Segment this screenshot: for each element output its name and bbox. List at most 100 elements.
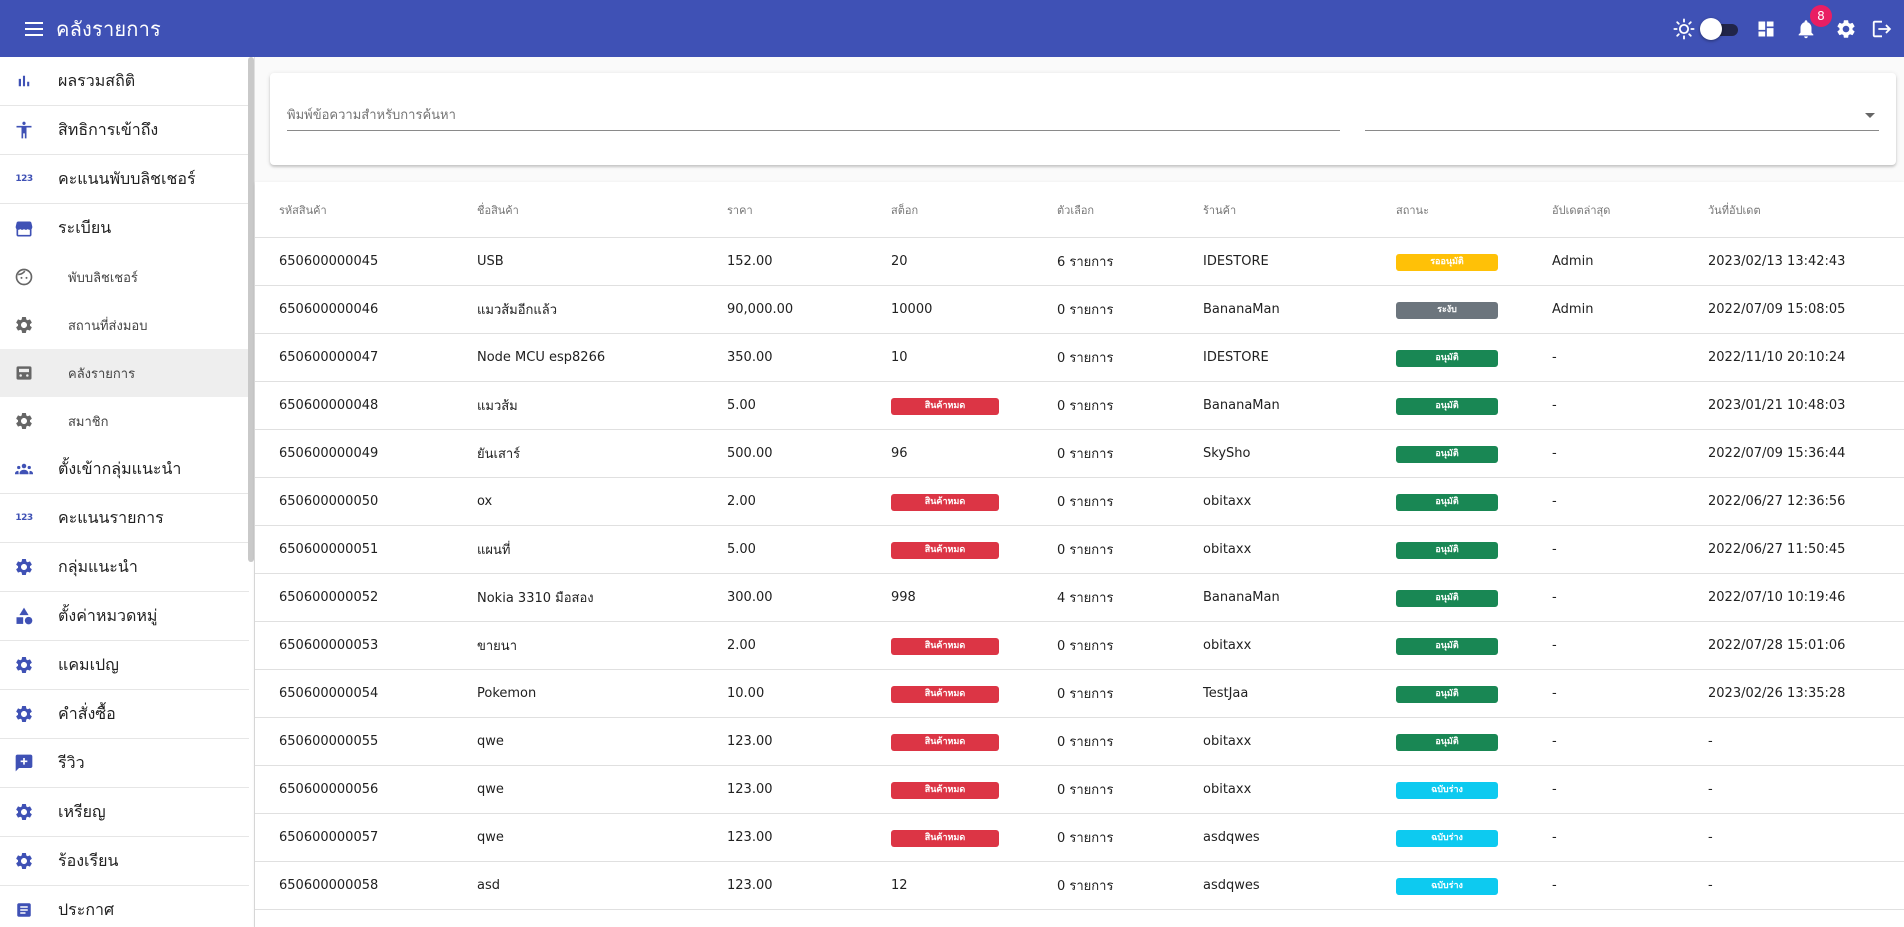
price: 123.00 [727, 734, 773, 749]
sidebar-item[interactable]: คำสั่งซื้อ [0, 690, 249, 739]
gear-icon [12, 555, 36, 579]
shop-name: asdqwes [1203, 830, 1260, 845]
table-row[interactable]: 650600000057 qwe 123.00 สินค้าหมด 0 รายการ as… [255, 814, 1904, 862]
stock-cell: สินค้าหมด [891, 541, 999, 559]
status-cell: ฉบับร่าง [1396, 877, 1498, 895]
table-row[interactable]: 650600000045 USB 152.00 20 6 รายการ IDESTORE ร… [255, 238, 1904, 286]
sidebar-item[interactable]: เหรียญ [0, 788, 249, 837]
dashboard-icon[interactable] [1752, 15, 1780, 43]
sidebar-item[interactable]: สถานที่ส่งมอบ [0, 301, 249, 349]
face-icon [12, 265, 36, 289]
sidebar-item[interactable]: พับบลิชเชอร์ [0, 253, 249, 301]
logout-icon[interactable] [1868, 15, 1896, 43]
updated-at: 2022/06/27 11:50:45 [1708, 542, 1846, 557]
updated-by: Admin [1552, 302, 1594, 317]
updated-at: 2023/02/13 13:42:43 [1708, 254, 1846, 269]
filter-select[interactable] [1365, 101, 1879, 131]
table-row[interactable]: 650600000052 Nokia 3310 มือสอง 300.00 998 4 … [255, 574, 1904, 622]
table-row[interactable]: 650600000046 แมวส้มอีกแล้ว 90,000.00 10000 0… [255, 286, 1904, 334]
out-of-stock-badge: สินค้าหมด [891, 733, 999, 751]
stock-cell: สินค้าหมด [891, 829, 999, 847]
column-header[interactable]: ร้านค้า [1203, 201, 1236, 219]
updated-by: Admin [1552, 254, 1594, 269]
product-code: 650600000051 [279, 542, 379, 557]
bar-chart-icon [12, 69, 36, 93]
sidebar-item[interactable]: สมาชิก [0, 397, 249, 445]
updated-at: - [1708, 734, 1713, 749]
column-header[interactable]: สต็อก [891, 201, 918, 219]
sidebar-item-label: ร้องเรียน [58, 850, 119, 870]
status-badge: ฉบับร่าง [1396, 829, 1498, 847]
options: 0 รายการ [1057, 495, 1114, 510]
sidebar-item[interactable]: ตั้งเข้ากลุ่มแนะนำ [0, 445, 249, 494]
table-row[interactable]: 650600000056 qwe 123.00 สินค้าหมด 0 รายการ ob… [255, 766, 1904, 814]
sidebar-item[interactable]: ตั้งค่าหมวดหมู่ [0, 592, 249, 641]
product-name: Node MCU esp8266 [477, 350, 606, 365]
options: 0 รายการ [1057, 831, 1114, 846]
sidebar-item[interactable]: ร้องเรียน [0, 837, 249, 886]
sidebar-nav: ผลรวมสถิติ สิทธิการเข้าถึง 123 คะแนนพับบลิช… [0, 57, 254, 927]
product-code: 650600000057 [279, 830, 379, 845]
shop-name: obitaxx [1203, 734, 1252, 749]
product-code: 650600000058 [279, 878, 379, 893]
column-header[interactable]: รหัสสินค้า [279, 201, 327, 219]
table-row[interactable]: 650600000051 แผนที่ 5.00 สินค้าหมด 0 รายการ o… [255, 526, 1904, 574]
sidebar-item[interactable]: สิทธิการเข้าถึง [0, 106, 249, 155]
table-row[interactable]: 650600000055 qwe 123.00 สินค้าหมด 0 รายการ ob… [255, 718, 1904, 766]
sidebar-item[interactable]: คลังรายการ [0, 349, 249, 397]
options: 0 รายการ [1057, 399, 1114, 414]
price: 500.00 [727, 446, 773, 461]
sidebar-item[interactable]: 123 คะแนนรายการ [0, 494, 249, 543]
sidebar-item-label: สมาชิก [68, 414, 109, 430]
status-badge: ฉบับร่าง [1396, 877, 1498, 895]
product-table: รหัสสินค้า ชื่อสินค้า ราคา สต็อก ตัวเลือก ร้า… [255, 182, 1904, 927]
product-code: 650600000049 [279, 446, 379, 461]
product-code: 650600000050 [279, 494, 379, 509]
status-cell: อนุมัติ [1396, 397, 1498, 415]
options: 0 รายการ [1057, 879, 1114, 894]
options: 0 รายการ [1057, 303, 1114, 318]
column-header[interactable]: สถานะ [1396, 201, 1429, 219]
settings-icon[interactable] [1832, 15, 1860, 43]
shop-name: obitaxx [1203, 494, 1252, 509]
inventory-icon [12, 361, 36, 385]
table-row[interactable]: 650600000050 ox 2.00 สินค้าหมด 0 รายการ obita… [255, 478, 1904, 526]
notification-button[interactable]: 8 [1792, 4, 1832, 43]
status-badge: อนุมัติ [1396, 493, 1498, 511]
table-row[interactable]: 650600000048 แมวส้ม 5.00 สินค้าหมด 0 รายการ B… [255, 382, 1904, 430]
table-row[interactable]: 650600000053 ขายนา 2.00 สินค้าหมด 0 รายการ ob… [255, 622, 1904, 670]
table-row[interactable]: 650600000058 asd 123.00 12 0 รายการ asdqwes ฉบ… [255, 862, 1904, 910]
column-header[interactable]: วันที่อัปเดต [1708, 201, 1761, 219]
table-row[interactable]: 650600000049 ยันเสาร์ 500.00 96 0 รายการ SkyS… [255, 430, 1904, 478]
gear-icon [12, 409, 36, 433]
column-header[interactable]: ชื่อสินค้า [477, 201, 519, 219]
sidebar-item-label: ตั้งเข้ากลุ่มแนะนำ [58, 458, 182, 478]
sidebar-item[interactable]: ระเบียน [0, 204, 249, 253]
sidebar-item[interactable]: ประกาศ [0, 886, 249, 927]
theme-toggle[interactable] [1700, 17, 1738, 40]
status-badge: อนุมัติ [1396, 733, 1498, 751]
dropdown-arrow-icon [1865, 113, 1875, 118]
sidebar-scrollbar[interactable] [248, 57, 254, 562]
table-row[interactable]: 650600000054 Pokemon 10.00 สินค้าหมด 0 รายกา… [255, 670, 1904, 718]
updated-at: 2023/01/21 10:48:03 [1708, 398, 1846, 413]
column-header[interactable]: ราคา [727, 201, 753, 219]
sidebar-item[interactable]: กลุ่มแนะนำ [0, 543, 249, 592]
sidebar-item[interactable]: 123 คะแนนพับบลิชเชอร์ [0, 155, 249, 204]
status-cell: อนุมัติ [1396, 541, 1498, 559]
price: 152.00 [727, 254, 773, 269]
sidebar-item[interactable]: แคมเปญ [0, 641, 249, 690]
menu-icon[interactable] [22, 17, 46, 41]
table-row[interactable]: 650600000047 Node MCU esp8266 350.00 10 0 รา… [255, 334, 1904, 382]
stock: 12 [891, 878, 908, 893]
search-input[interactable] [287, 101, 1340, 131]
product-code: 650600000052 [279, 590, 379, 605]
sidebar-item[interactable]: ผลรวมสถิติ [0, 57, 249, 106]
shop-name: BananaMan [1203, 302, 1280, 317]
options: 6 รายการ [1057, 255, 1114, 270]
price: 300.00 [727, 590, 773, 605]
column-header[interactable]: อัปเดตล่าสุด [1552, 201, 1610, 219]
sidebar-item[interactable]: รีวิว [0, 739, 249, 788]
status-cell: ฉบับร่าง [1396, 829, 1498, 847]
column-header[interactable]: ตัวเลือก [1057, 201, 1094, 219]
